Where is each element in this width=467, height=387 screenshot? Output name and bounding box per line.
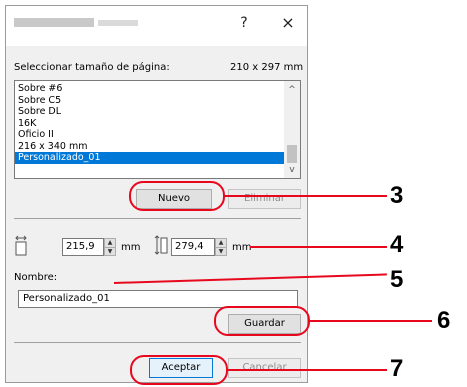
callout-circle-save (214, 306, 310, 336)
height-field[interactable]: 279,4 (171, 238, 215, 256)
list-item[interactable]: 216 x 340 mm (15, 141, 285, 153)
callout-line-7 (228, 369, 387, 371)
height-arrow-icon (154, 235, 168, 255)
page-size-list[interactable]: Sobre #6 Sobre C5 Sobre DL 16K Oficio II… (14, 80, 301, 179)
delete-button[interactable]: Eliminar (228, 189, 301, 209)
height-stepper[interactable]: ▲ ▼ (215, 238, 227, 256)
scroll-thumb[interactable] (287, 145, 297, 163)
stepper-down-icon[interactable]: ▼ (105, 248, 115, 256)
callout-circle-ok (130, 355, 228, 385)
callout-number-6: 6 (437, 307, 451, 334)
close-button[interactable]: × (278, 12, 298, 34)
stepper-down-icon[interactable]: ▼ (216, 248, 226, 256)
callout-number-4: 4 (390, 231, 404, 258)
stepper-up-icon[interactable]: ▲ (105, 239, 115, 248)
width-field[interactable]: 215,9 (62, 238, 104, 256)
divider (14, 218, 301, 219)
current-size-readout: 210 x 297 mm (230, 62, 304, 73)
width-unit: mm (121, 242, 141, 253)
callout-number-7: 7 (390, 355, 404, 382)
cancel-button[interactable]: Cancelar (228, 358, 301, 378)
callout-circle-new (129, 181, 225, 211)
callout-line-6 (310, 320, 432, 322)
scroll-down-icon[interactable]: v (284, 163, 300, 177)
list-item[interactable]: Oficio II (15, 129, 285, 141)
callout-line-3 (225, 195, 387, 197)
list-item-selected[interactable]: Personalizado_01 (15, 152, 285, 164)
title-bar: ? × (6, 6, 307, 46)
scroll-up-icon[interactable]: ^ (284, 83, 300, 97)
help-button[interactable]: ? (234, 12, 254, 34)
list-item[interactable]: Sobre #6 (15, 83, 285, 95)
width-stepper[interactable]: ▲ ▼ (104, 238, 116, 256)
name-label: Nombre: (14, 272, 58, 283)
stepper-up-icon[interactable]: ▲ (216, 239, 226, 248)
height-unit: mm (232, 242, 252, 253)
callout-number-5: 5 (390, 266, 404, 293)
list-item[interactable]: Sobre DL (15, 106, 285, 118)
width-arrow-icon (15, 235, 27, 256)
list-item[interactable]: Sobre C5 (15, 95, 285, 107)
page-size-label: Seleccionar tamaño de página: (14, 62, 170, 73)
callout-number-3: 3 (390, 182, 404, 209)
callout-line-4 (250, 246, 387, 248)
blurred-title (14, 18, 94, 27)
list-scrollbar[interactable]: ^ v (284, 81, 300, 178)
divider (14, 342, 301, 343)
blurred-title-extra (98, 20, 138, 26)
list-item[interactable]: 16K (15, 118, 285, 130)
